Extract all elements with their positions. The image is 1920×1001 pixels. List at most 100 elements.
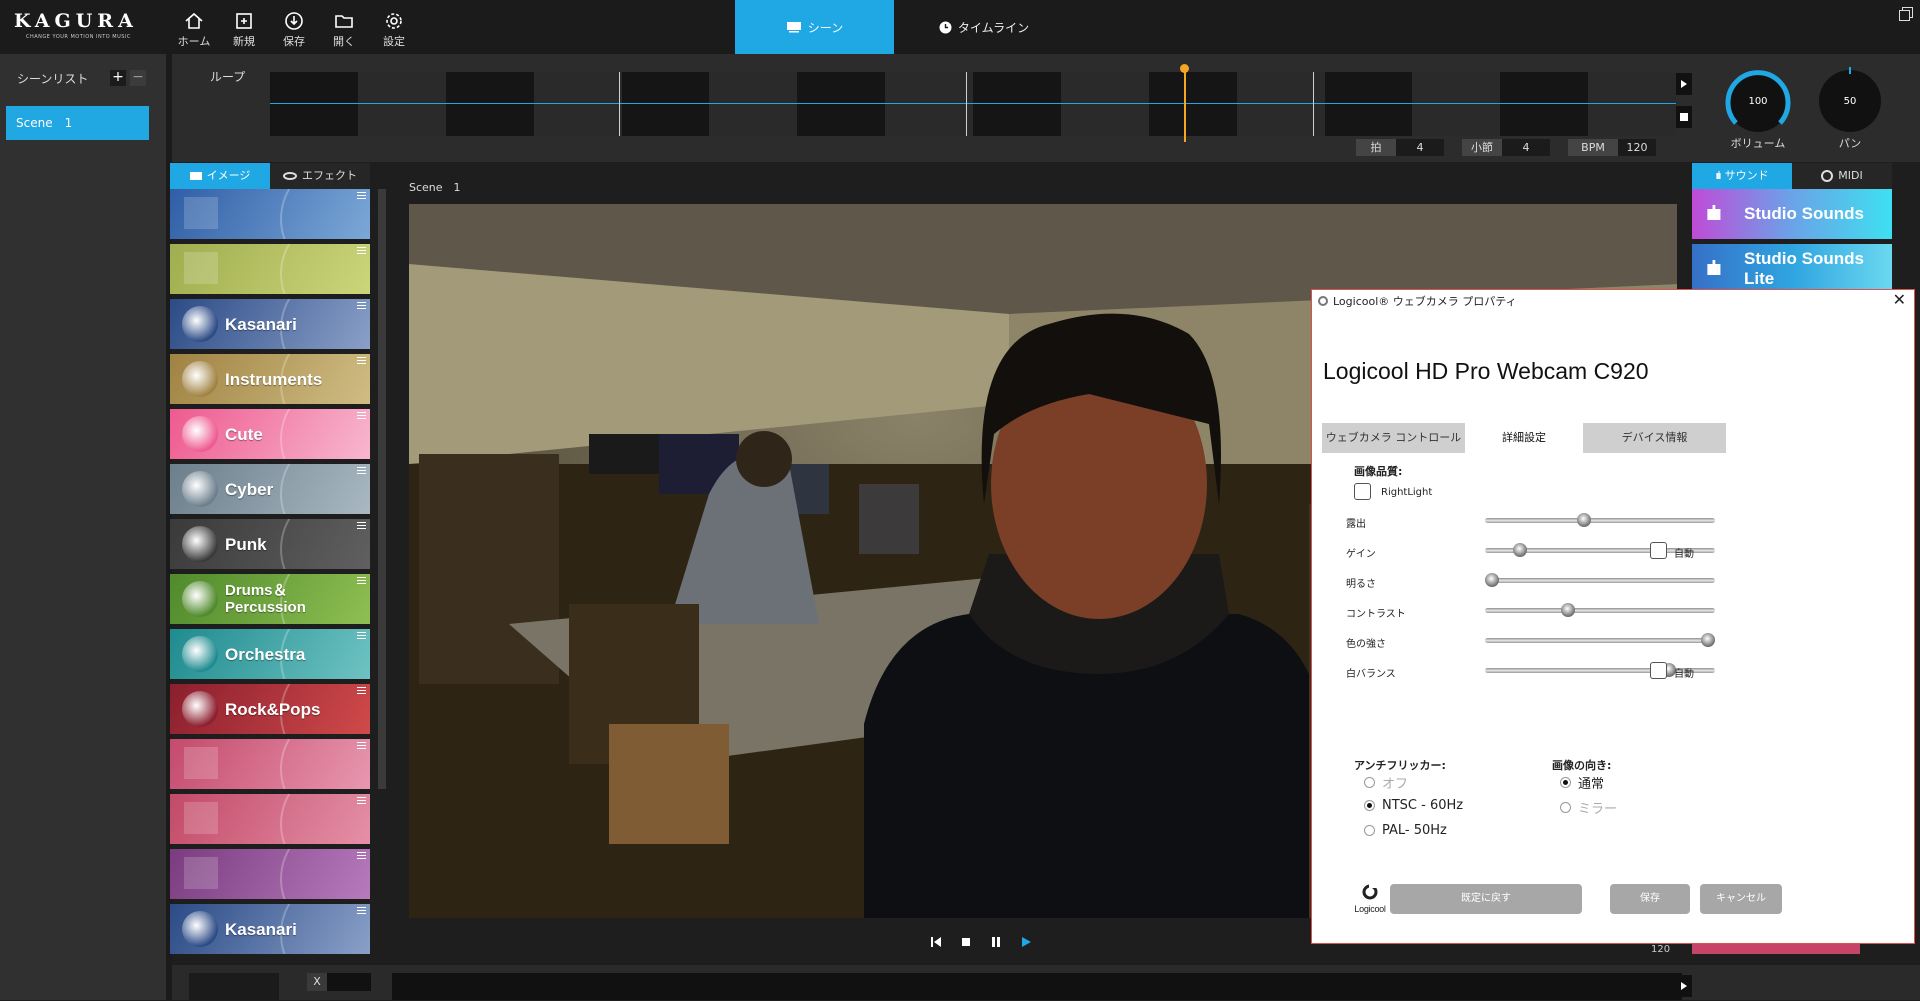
loop-cell[interactable]	[533, 72, 622, 136]
card-menu-icon[interactable]	[357, 907, 366, 914]
tab-sound[interactable]: ıılı サウンド	[1692, 163, 1792, 189]
antiflicker-off-radio[interactable]: オフ	[1364, 773, 1408, 792]
stop-icon[interactable]	[960, 936, 972, 948]
loop-stop-button[interactable]	[1676, 106, 1692, 128]
loop-cell[interactable]	[621, 72, 710, 136]
image-card[interactable]: Cute	[170, 409, 370, 459]
sound-item-studio-sounds-lite[interactable]: ıılıı Studio Sounds Lite	[1692, 244, 1892, 294]
card-menu-icon[interactable]	[357, 247, 366, 254]
orientation-mirror-radio[interactable]: ミラー	[1560, 798, 1617, 817]
setting-slider[interactable]	[1485, 633, 1716, 647]
tab-midi[interactable]: MIDI	[1792, 163, 1892, 189]
loop-playhead-handle[interactable]	[1180, 64, 1189, 73]
bpm-meter[interactable]: BPM 120	[1568, 139, 1656, 156]
image-card[interactable]	[170, 794, 370, 844]
loop-cell[interactable]	[709, 72, 798, 136]
auto-checkbox[interactable]	[1650, 662, 1667, 679]
image-card[interactable]: Cyber	[170, 464, 370, 514]
antiflicker-pal-radio[interactable]: PAL- 50Hz	[1364, 823, 1447, 838]
loop-cell[interactable]	[1324, 72, 1413, 136]
skip-back-icon[interactable]	[930, 936, 942, 948]
tab-advanced-settings[interactable]: 詳細設定	[1465, 423, 1583, 453]
loop-cell[interactable]	[1500, 72, 1589, 136]
tab-webcam-control[interactable]: ウェブカメラ コントロール	[1322, 423, 1465, 453]
card-menu-icon[interactable]	[357, 467, 366, 474]
x-value-field[interactable]	[327, 973, 371, 991]
sound-item-studio-sounds[interactable]: ıılıı Studio Sounds	[1692, 189, 1892, 239]
loop-cell[interactable]	[445, 72, 534, 136]
image-card[interactable]: Kasanari	[170, 299, 370, 349]
bottom-play-button[interactable]	[1676, 975, 1692, 997]
open-button[interactable]: 開く	[324, 8, 364, 50]
card-menu-icon[interactable]	[357, 522, 366, 529]
loop-cell[interactable]	[270, 72, 358, 136]
setting-slider[interactable]	[1485, 513, 1715, 527]
loop-cell[interactable]	[357, 72, 446, 136]
loop-cell[interactable]	[885, 72, 973, 136]
restore-defaults-button[interactable]: 既定に戻す	[1390, 884, 1582, 914]
rightlight-checkbox[interactable]	[1354, 483, 1371, 500]
card-menu-icon[interactable]	[357, 797, 366, 804]
loop-grid[interactable]	[270, 72, 1676, 136]
slider-thumb[interactable]	[1484, 573, 1499, 587]
orientation-normal-radio[interactable]: 通常	[1560, 773, 1604, 792]
home-button[interactable]: ホーム	[174, 8, 214, 50]
loop-cell[interactable]	[973, 72, 1061, 136]
image-list-scrollbar[interactable]	[378, 189, 386, 789]
tab-scene[interactable]: シーン	[735, 0, 894, 54]
restore-window-icon[interactable]	[1898, 6, 1914, 22]
loop-cell[interactable]	[797, 72, 886, 136]
pause-icon[interactable]	[990, 936, 1002, 948]
card-menu-icon[interactable]	[357, 357, 366, 364]
loop-play-button[interactable]	[1676, 73, 1692, 95]
tab-timeline[interactable]: タイムライン	[894, 0, 1074, 54]
card-menu-icon[interactable]	[357, 687, 366, 694]
card-menu-icon[interactable]	[357, 577, 366, 584]
remove-scene-button[interactable]: −	[130, 70, 146, 86]
antiflicker-ntsc-radio[interactable]: NTSC - 60Hz	[1364, 798, 1463, 813]
image-card[interactable]: Rock&Pops	[170, 684, 370, 734]
bottom-track[interactable]	[392, 973, 1682, 1000]
card-menu-icon[interactable]	[357, 302, 366, 309]
card-menu-icon[interactable]	[357, 742, 366, 749]
card-menu-icon[interactable]	[357, 192, 366, 199]
volume-knob[interactable]: 100 ボリューム	[1725, 70, 1791, 151]
loop-cell[interactable]	[1148, 72, 1237, 136]
loop-cell[interactable]	[1236, 72, 1325, 136]
dialog-close-button[interactable]: ✕	[1893, 292, 1906, 308]
image-card[interactable]: Orchestra	[170, 629, 370, 679]
dialog-cancel-button[interactable]: キャンセル	[1700, 884, 1782, 914]
play-icon[interactable]	[1020, 936, 1032, 948]
loop-cell[interactable]	[1588, 72, 1676, 136]
auto-checkbox[interactable]	[1650, 542, 1667, 559]
image-card[interactable]: Punk	[170, 519, 370, 569]
card-menu-icon[interactable]	[357, 412, 366, 419]
card-menu-icon[interactable]	[357, 632, 366, 639]
image-card[interactable]	[170, 739, 370, 789]
image-card[interactable]: Kasanari	[170, 904, 370, 954]
image-card[interactable]: Instruments	[170, 354, 370, 404]
image-card[interactable]	[170, 244, 370, 294]
save-button[interactable]: 保存	[274, 8, 314, 50]
image-card[interactable]	[170, 849, 370, 899]
slider-thumb[interactable]	[1512, 543, 1527, 557]
scene-list-item[interactable]: Scene 1	[6, 106, 149, 140]
pan-knob[interactable]: 50 パン	[1819, 67, 1881, 151]
tab-device-info[interactable]: デバイス情報	[1583, 423, 1726, 453]
measure-meter[interactable]: 小節 4	[1462, 139, 1550, 156]
slider-thumb[interactable]	[1576, 513, 1591, 527]
tab-image[interactable]: イメージ	[170, 163, 270, 189]
tab-effect[interactable]: エフェクト	[270, 163, 370, 189]
setting-slider[interactable]	[1484, 573, 1715, 587]
add-scene-button[interactable]: +	[110, 70, 126, 86]
beat-meter[interactable]: 拍 4	[1356, 139, 1444, 156]
loop-cell[interactable]	[1412, 72, 1501, 136]
dialog-save-button[interactable]: 保存	[1610, 884, 1690, 914]
settings-button[interactable]: 設定	[374, 8, 414, 50]
slider-thumb[interactable]	[1560, 603, 1575, 617]
new-button[interactable]: 新規	[224, 8, 264, 50]
image-card[interactable]	[170, 189, 370, 239]
loop-playhead[interactable]	[1184, 66, 1186, 142]
slider-thumb[interactable]	[1701, 633, 1716, 647]
setting-slider[interactable]	[1485, 603, 1715, 617]
